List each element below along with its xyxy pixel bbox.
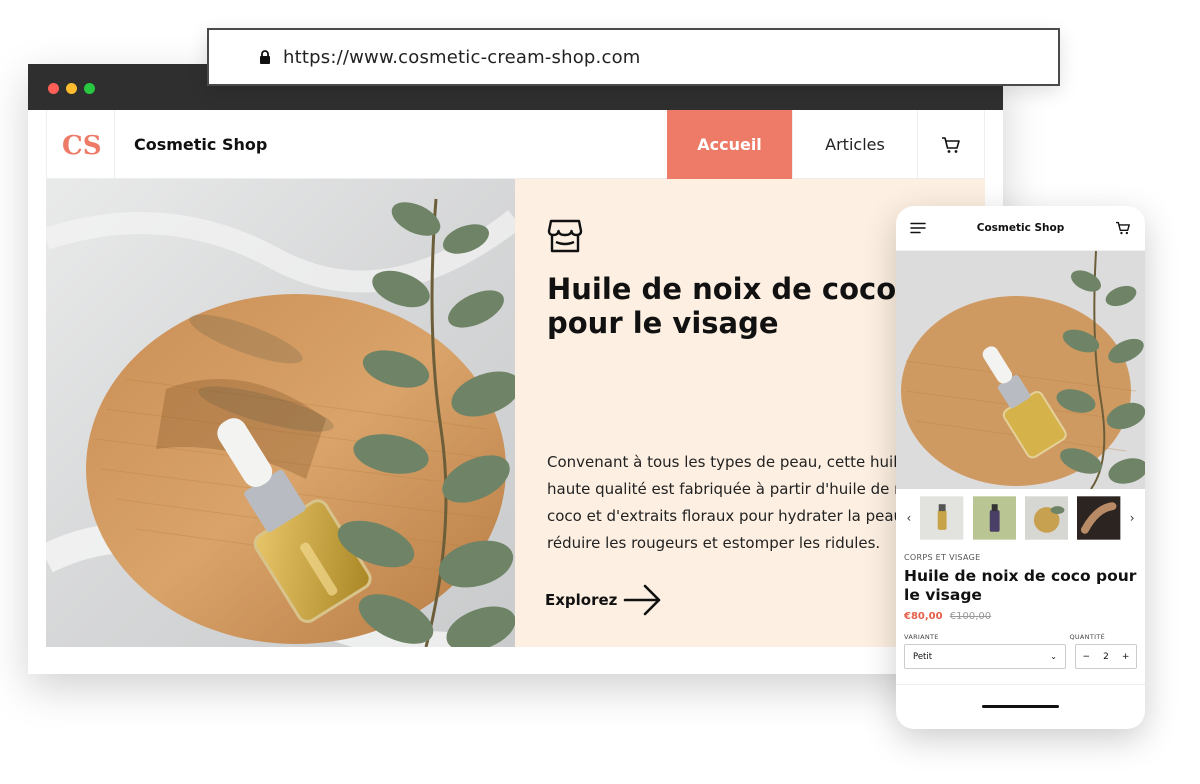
mobile-brand-name[interactable]: Cosmetic Shop xyxy=(926,222,1115,234)
cart-button[interactable] xyxy=(917,110,985,179)
variant-value: Petit xyxy=(913,651,933,662)
hero-description-line: Convenant à tous les types de peau, cett… xyxy=(547,453,927,471)
brand-name[interactable]: Cosmetic Shop xyxy=(134,110,267,178)
mobile-product-title: Huile de noix de coco pour le visage xyxy=(904,567,1137,604)
maximize-window-button[interactable] xyxy=(84,83,95,94)
variant-label: VARIANTE xyxy=(904,633,939,641)
nav-item-accueil[interactable]: Accueil xyxy=(667,110,792,179)
hero-product-image xyxy=(46,179,515,647)
mobile-option-controls: Petit ⌄ − 2 + xyxy=(896,641,1145,669)
hamburger-menu-icon[interactable] xyxy=(910,222,926,234)
chevron-left-icon[interactable]: ‹ xyxy=(902,511,916,525)
thumbnail-strip: ‹ › xyxy=(896,489,1145,547)
svg-text:CS: CS xyxy=(62,131,101,159)
thumbnail-1[interactable] xyxy=(920,496,964,540)
variant-select[interactable]: Petit ⌄ xyxy=(904,644,1066,669)
main-nav: Accueil Articles xyxy=(667,110,985,179)
arrow-right-icon xyxy=(624,584,661,616)
mobile-prices: €80,00 €100,00 xyxy=(896,605,1145,622)
url-text[interactable]: https://www.cosmetic-cream-shop.com xyxy=(283,47,641,68)
current-price: €80,00 xyxy=(904,611,943,622)
mobile-header: Cosmetic Shop xyxy=(896,206,1145,251)
hero-description: Convenant à tous les types de peau, cett… xyxy=(547,449,927,557)
store-icon xyxy=(547,217,583,259)
mobile-mockup: Cosmetic Shop ‹ › CORPS ET VISAGE Huile … xyxy=(896,206,1145,729)
explore-label: Explorez xyxy=(545,591,618,609)
nav-item-articles[interactable]: Articles xyxy=(792,110,917,179)
home-indicator[interactable] xyxy=(982,705,1059,708)
quantity-minus-button[interactable]: − xyxy=(1083,652,1091,662)
browser-window: CS Cosmetic Shop Accueil Articles Huile … xyxy=(28,64,1003,674)
logo[interactable]: CS xyxy=(46,110,115,179)
quantity-value[interactable]: 2 xyxy=(1103,652,1109,662)
mobile-product-image xyxy=(896,251,1145,489)
hero-description-line: haute qualité est fabriquée à partir d'h… xyxy=(547,480,927,498)
cart-icon xyxy=(942,136,960,153)
logo-mark-icon: CS xyxy=(62,131,101,159)
chevron-right-icon[interactable]: › xyxy=(1125,511,1139,525)
quantity-stepper: − 2 + xyxy=(1075,644,1137,669)
chevron-down-icon: ⌄ xyxy=(1050,652,1057,661)
thumbnail-3[interactable] xyxy=(1025,496,1069,540)
mobile-product-category: CORPS ET VISAGE xyxy=(904,553,981,562)
site-header: CS Cosmetic Shop Accueil Articles xyxy=(46,110,985,179)
quantity-plus-button[interactable]: + xyxy=(1122,652,1130,662)
lock-icon xyxy=(255,47,275,67)
address-bar[interactable]: https://www.cosmetic-cream-shop.com xyxy=(207,28,1060,86)
hero-section: Huile de noix de coco pour le visage Con… xyxy=(46,179,985,647)
explore-link[interactable]: Explorez xyxy=(545,583,663,617)
hero-title: Huile de noix de coco pour le visage xyxy=(547,272,897,340)
mobile-cart-icon[interactable] xyxy=(1115,221,1131,235)
minimize-window-button[interactable] xyxy=(66,83,77,94)
mobile-divider xyxy=(896,684,1145,685)
hero-description-line: coco et d'extraits floraux pour hydrater… xyxy=(547,507,908,525)
quantity-label: QUANTITÉ xyxy=(1069,633,1105,641)
thumbnail-2[interactable] xyxy=(972,496,1017,540)
thumbnail-4[interactable] xyxy=(1077,496,1121,540)
hero-description-line: réduire les rougeurs et estomper les rid… xyxy=(547,534,881,552)
mobile-option-labels: VARIANTE QUANTITÉ xyxy=(896,622,1145,641)
close-window-button[interactable] xyxy=(48,83,59,94)
old-price: €100,00 xyxy=(949,611,992,622)
stage: https://www.cosmetic-cream-shop.com CS C… xyxy=(0,0,1200,784)
